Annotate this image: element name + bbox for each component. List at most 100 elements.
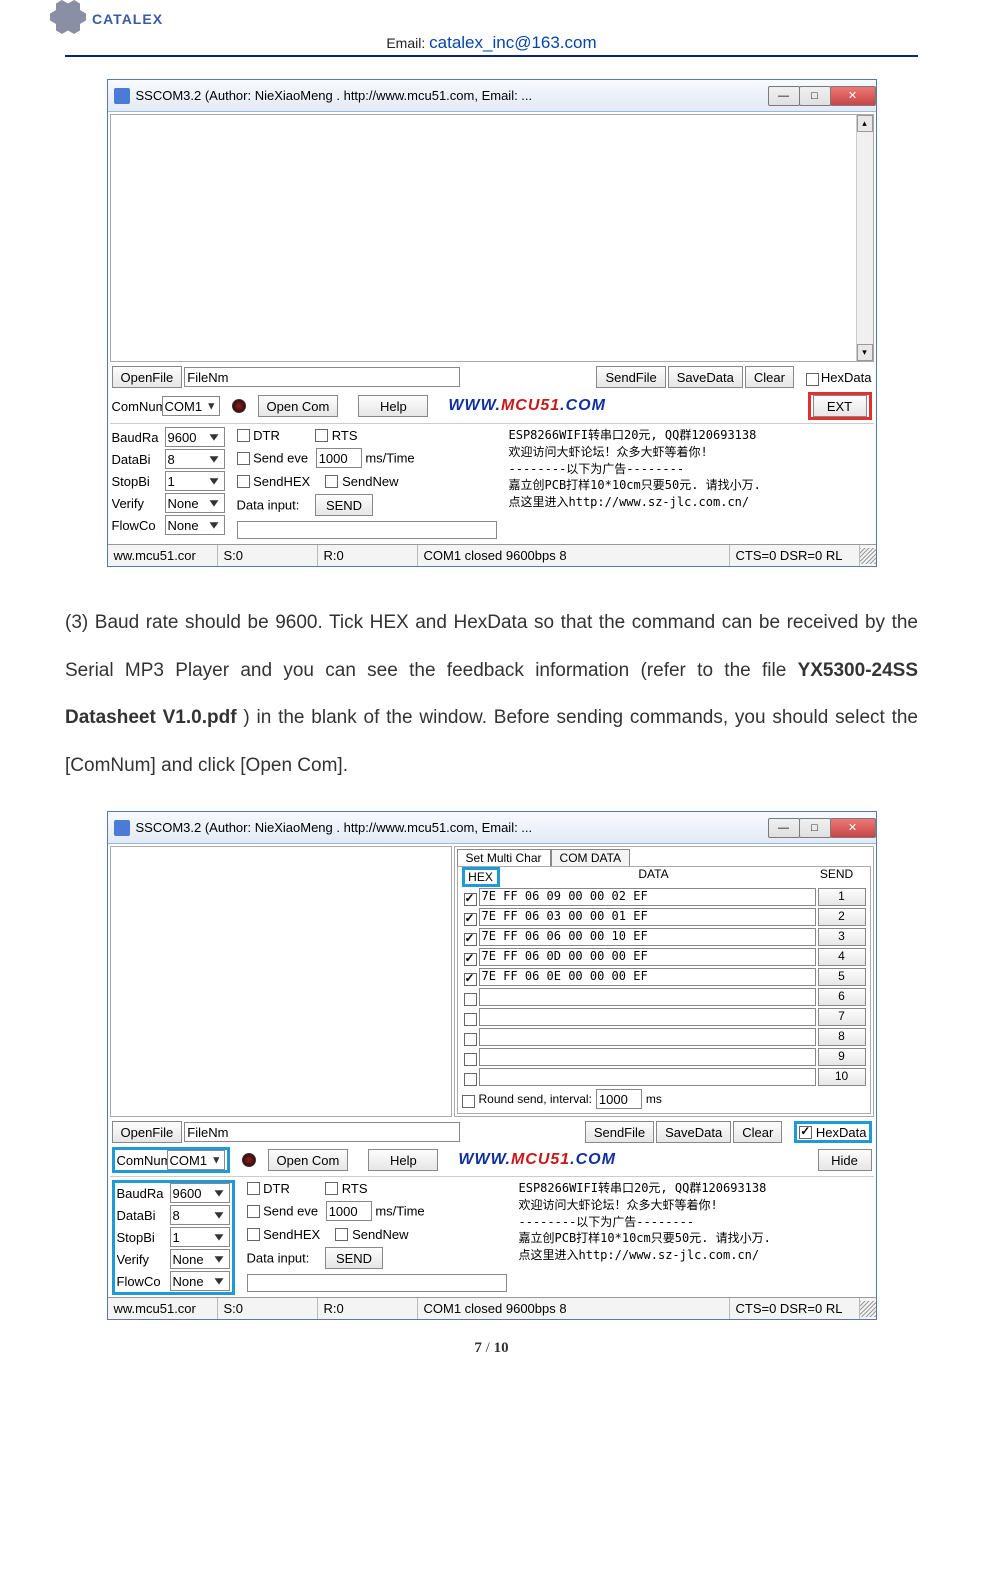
maximize-button[interactable]: □	[799, 818, 831, 838]
send-row-button[interactable]: 3	[818, 928, 866, 946]
hex-data-input[interactable]: 7E FF 06 09 00 00 02 EF	[479, 888, 816, 906]
data-input[interactable]	[237, 521, 497, 539]
clear-button[interactable]: Clear	[733, 1121, 782, 1143]
filename-input[interactable]: FileNm	[184, 1122, 460, 1142]
dtr-checkbox[interactable]	[247, 1182, 260, 1195]
flow-select[interactable]: None	[170, 1271, 230, 1291]
stopbits-select[interactable]: 1	[165, 471, 225, 491]
opencom-button[interactable]: Open Com	[268, 1149, 349, 1171]
send-button[interactable]: SEND	[315, 494, 373, 516]
hex-row-checkbox[interactable]	[464, 1013, 477, 1026]
send-row-button[interactable]: 1	[818, 888, 866, 906]
hex-row-checkbox[interactable]	[464, 1053, 477, 1066]
hex-data-input[interactable]	[479, 1068, 816, 1086]
mstime-input[interactable]: 1000	[326, 1201, 372, 1221]
hex-row-checkbox[interactable]	[464, 1073, 477, 1086]
dtr-checkbox[interactable]	[237, 429, 250, 442]
send-row-button[interactable]: 10	[818, 1068, 866, 1086]
sendeve-checkbox[interactable]	[237, 452, 250, 465]
comnum-select[interactable]: COM1	[167, 1150, 225, 1170]
hexdata-checkbox[interactable]	[806, 373, 819, 386]
filename-input[interactable]: FileNm	[184, 367, 460, 387]
close-button[interactable]: ✕	[830, 818, 876, 838]
resize-grip-icon[interactable]	[860, 1301, 876, 1317]
openfile-button[interactable]: OpenFile	[112, 366, 183, 388]
savedata-button[interactable]: SaveData	[656, 1121, 731, 1143]
send-row-button[interactable]: 5	[818, 968, 866, 986]
mcu51-link[interactable]: WWW.MCU51.COM	[458, 1151, 616, 1169]
hex-row-checkbox[interactable]	[464, 973, 477, 986]
sendnew-checkbox[interactable]	[335, 1228, 348, 1241]
instruction-paragraph: (3) Baud rate should be 9600. Tick HEX a…	[65, 599, 918, 789]
hex-data-input[interactable]	[479, 1008, 816, 1026]
opencom-button[interactable]: Open Com	[258, 395, 339, 417]
send-row-button[interactable]: 7	[818, 1008, 866, 1026]
serial-params-highlighted: BaudRa9600 DataBi8 StopBi1 VerifyNone Fl…	[112, 1180, 235, 1295]
round-send-checkbox[interactable]	[462, 1095, 475, 1108]
hex-row-checkbox[interactable]	[464, 933, 477, 946]
flow-select[interactable]: None	[165, 515, 225, 535]
maximize-button[interactable]: □	[799, 86, 831, 106]
hex-data-input[interactable]: 7E FF 06 03 00 00 01 EF	[479, 908, 816, 926]
send-row-button[interactable]: 6	[818, 988, 866, 1006]
hex-data-input[interactable]	[479, 1048, 816, 1066]
clear-button[interactable]: Clear	[745, 366, 794, 388]
hex-data-input[interactable]: 7E FF 06 06 00 00 10 EF	[479, 928, 816, 946]
send-row-button[interactable]: 4	[818, 948, 866, 966]
sendfile-button[interactable]: SendFile	[596, 366, 665, 388]
hex-data-input[interactable]	[479, 1028, 816, 1046]
send-row-button[interactable]: 9	[818, 1048, 866, 1066]
mcu51-link[interactable]: WWW.MCU51.COM	[448, 397, 606, 415]
tab-set-multi-char[interactable]: Set Multi Char	[457, 849, 551, 866]
multi-send-row: 7E FF 06 09 00 00 02 EF1	[458, 887, 870, 907]
send-row-button[interactable]: 2	[818, 908, 866, 926]
email-link[interactable]: catalex_inc@163.com	[429, 33, 597, 52]
scroll-up-icon[interactable]: ▴	[857, 115, 873, 132]
stopbits-label: StopBi	[112, 474, 164, 489]
mstime-input[interactable]: 1000	[316, 448, 362, 468]
send-button[interactable]: SEND	[325, 1247, 383, 1269]
hex-row-checkbox[interactable]	[464, 993, 477, 1006]
sendnew-checkbox[interactable]	[325, 475, 338, 488]
verify-select[interactable]: None	[165, 493, 225, 513]
hex-data-input[interactable]: 7E FF 06 0D 00 00 00 EF	[479, 948, 816, 966]
rts-checkbox[interactable]	[315, 429, 328, 442]
help-button[interactable]: Help	[368, 1149, 438, 1171]
scroll-down-icon[interactable]: ▾	[857, 344, 873, 361]
hex-row-checkbox[interactable]	[464, 913, 477, 926]
hex-row-checkbox[interactable]	[464, 953, 477, 966]
hexdata-checkbox[interactable]	[799, 1126, 812, 1139]
minimize-button[interactable]: —	[768, 818, 800, 838]
hex-data-input[interactable]	[479, 988, 816, 1006]
help-button[interactable]: Help	[358, 395, 428, 417]
hex-row-checkbox[interactable]	[464, 893, 477, 906]
hex-data-input[interactable]: 7E FF 06 0E 00 00 00 EF	[479, 968, 816, 986]
sendeve-checkbox[interactable]	[247, 1205, 260, 1218]
ext-button[interactable]: EXT	[813, 395, 867, 417]
verify-select[interactable]: None	[170, 1249, 230, 1269]
scrollbar[interactable]: ▴ ▾	[856, 115, 873, 361]
savedata-button[interactable]: SaveData	[668, 366, 743, 388]
resize-grip-icon[interactable]	[860, 548, 876, 564]
stopbits-label: StopBi	[117, 1230, 169, 1245]
sendhex-checkbox[interactable]	[237, 475, 250, 488]
databits-select[interactable]: 8	[170, 1205, 230, 1225]
baud-select[interactable]: 9600	[170, 1183, 230, 1203]
close-button[interactable]: ✕	[830, 86, 876, 106]
data-input[interactable]	[247, 1274, 507, 1292]
send-row-button[interactable]: 8	[818, 1028, 866, 1046]
status-url: ww.mcu51.cor	[108, 545, 218, 566]
hex-row-checkbox[interactable]	[464, 1033, 477, 1046]
round-interval-input[interactable]: 1000	[596, 1089, 642, 1109]
minimize-button[interactable]: —	[768, 86, 800, 106]
comnum-select[interactable]: COM1	[162, 396, 220, 416]
rts-checkbox[interactable]	[325, 1182, 338, 1195]
sendfile-button[interactable]: SendFile	[585, 1121, 654, 1143]
openfile-button[interactable]: OpenFile	[112, 1121, 183, 1143]
databits-select[interactable]: 8	[165, 449, 225, 469]
tab-com-data[interactable]: COM DATA	[551, 849, 631, 866]
sendhex-checkbox[interactable]	[247, 1228, 260, 1241]
baud-select[interactable]: 9600	[165, 427, 225, 447]
hide-button[interactable]: Hide	[818, 1149, 872, 1171]
stopbits-select[interactable]: 1	[170, 1227, 230, 1247]
